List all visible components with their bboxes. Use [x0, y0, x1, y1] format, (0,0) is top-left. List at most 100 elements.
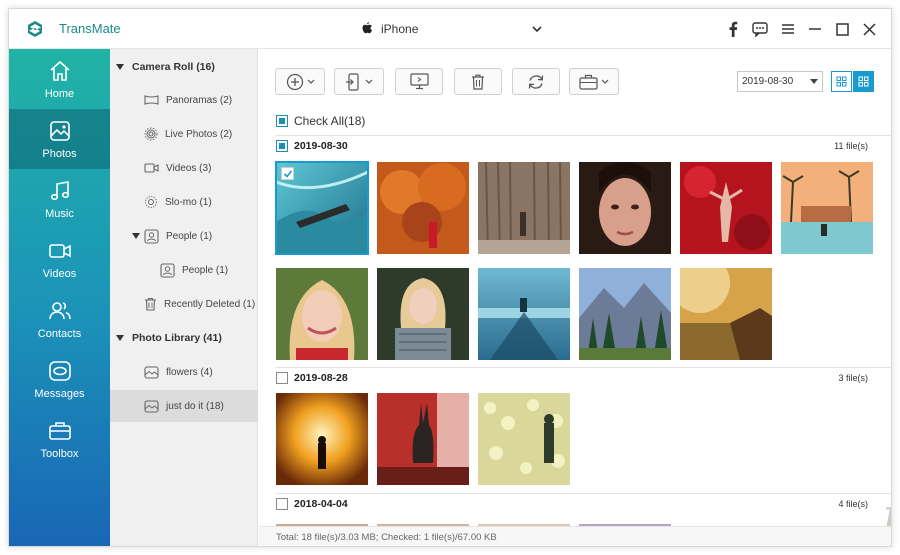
nav-item-contacts[interactable]: Contacts [9, 289, 110, 349]
tree-item-just-do-it[interactable]: just do it (18) [110, 390, 258, 422]
chevron-down-icon [365, 79, 372, 84]
grid-view-button[interactable] [831, 71, 852, 92]
apple-icon [362, 22, 372, 34]
check-all-checkbox[interactable] [276, 115, 288, 127]
tree-item-panoramas[interactable]: Panoramas (2) [144, 84, 232, 116]
photo-thumbnail[interactable] [275, 161, 369, 255]
chevron-down-icon [307, 79, 314, 84]
photo-thumbnail[interactable] [478, 268, 570, 360]
date-filter-select[interactable]: 2019-08-30 [737, 71, 823, 92]
nav-item-toolbox[interactable]: Toolbox [9, 409, 110, 469]
group-date: 2019-08-28 [294, 372, 348, 384]
maximize-icon[interactable] [832, 19, 852, 39]
facebook-icon[interactable] [723, 19, 743, 39]
photo-thumbnail[interactable] [680, 268, 772, 360]
photo-thumbnail[interactable] [377, 268, 469, 360]
tree-label: Panoramas (2) [166, 94, 233, 106]
tree-item-live-photos[interactable]: Live Photos (2) [144, 118, 232, 150]
chevron-down-icon [601, 79, 609, 84]
check-all[interactable]: Check All(18) [276, 114, 365, 128]
close-icon[interactable] [859, 19, 879, 39]
delete-button[interactable] [454, 68, 502, 95]
large-view-button[interactable] [853, 71, 874, 92]
nav-item-photos[interactable]: Photos [9, 109, 110, 169]
album-icon [144, 400, 159, 413]
refresh-button[interactable] [512, 68, 560, 95]
tree-group-photo-library[interactable]: Photo Library (41) [116, 322, 256, 354]
nav-item-messages[interactable]: Messages [9, 349, 110, 409]
device-selector[interactable]: iPhone [359, 17, 544, 41]
messages-icon [48, 360, 71, 381]
menu-icon[interactable] [778, 19, 798, 39]
main-navigation: Home Photos Music Videos Contacts Messag… [9, 49, 110, 546]
tree-item-videos[interactable]: Videos (3) [144, 152, 211, 184]
title-bar: TransMate iPhone [9, 9, 891, 49]
caret-down-icon[interactable] [116, 335, 124, 341]
photo-checkbox-checked[interactable] [281, 167, 294, 180]
photo-thumbnail[interactable] [579, 268, 671, 360]
tree-item-slomo[interactable]: Slo-mo (1) [144, 186, 212, 218]
nav-item-music[interactable]: Music [9, 169, 110, 229]
tree-label: flowers (4) [166, 366, 213, 378]
refresh-icon [528, 74, 544, 89]
group-file-count: 11 file(s) [834, 141, 868, 151]
live-photo-icon [144, 127, 158, 141]
tree-label: People (1) [166, 230, 213, 242]
minimize-icon[interactable] [805, 19, 825, 39]
nav-label: Home [44, 87, 75, 100]
date-filter-value: 2019-08-30 [742, 76, 794, 87]
album-tree: Camera Roll (16) Panoramas (2) Live Phot… [110, 49, 258, 546]
tree-group-camera-roll[interactable]: Camera Roll (16) [116, 51, 256, 83]
check-all-label: Check All(18) [294, 114, 366, 128]
group-checkbox[interactable] [276, 498, 288, 510]
tree-item-flowers[interactable]: flowers (4) [144, 356, 213, 388]
people-icon [160, 262, 175, 278]
chevron-down-icon[interactable] [530, 22, 544, 36]
toolbar: 2019-08-30 [259, 49, 891, 109]
tree-item-people[interactable]: People (1) [132, 220, 212, 252]
photo-thumbnail[interactable] [478, 393, 570, 485]
contacts-icon [48, 301, 71, 319]
pc-export-icon [409, 73, 429, 90]
group-date: 2019-08-30 [294, 140, 348, 152]
nav-item-videos[interactable]: Videos [9, 229, 110, 289]
music-icon [50, 180, 69, 200]
toolbox-button[interactable] [569, 68, 619, 95]
export-to-pc-button[interactable] [395, 68, 443, 95]
tree-item-recently-deleted[interactable]: Recently Deleted (1) [144, 288, 255, 320]
caret-down-icon [810, 79, 818, 84]
photo-thumbnail[interactable] [377, 393, 469, 485]
photo-thumbnail[interactable] [276, 268, 368, 360]
status-text: Total: 18 file(s)/3.03 MB; Checked: 1 fi… [276, 532, 497, 543]
video-icon [144, 163, 159, 173]
add-button[interactable] [275, 68, 325, 95]
photo-thumbnail[interactable] [377, 162, 469, 254]
toolbox-icon [48, 421, 71, 440]
photo-thumbnail[interactable] [680, 162, 772, 254]
export-to-device-button[interactable] [334, 68, 384, 95]
tree-item-people-sub[interactable]: People (1) [160, 254, 228, 286]
caret-down-icon[interactable] [116, 64, 124, 70]
feedback-icon[interactable] [750, 19, 770, 39]
nav-label: Photos [42, 147, 77, 160]
transmate-logo-icon [28, 21, 42, 37]
nav-label: Videos [42, 267, 77, 280]
photo-thumbnail[interactable] [579, 162, 671, 254]
photo-content: 2019-08-30 Check All(18) 2019-08-30 11 f… [259, 49, 891, 546]
photo-thumbnail[interactable] [276, 393, 368, 485]
app-title: TransMate [59, 21, 121, 36]
nav-item-home[interactable]: Home [9, 49, 110, 109]
caret-down-icon[interactable] [132, 233, 140, 239]
phone-export-icon [345, 72, 359, 91]
group-file-count: 4 file(s) [838, 499, 868, 509]
group-checkbox[interactable] [276, 140, 288, 152]
group-checkbox[interactable] [276, 372, 288, 384]
tree-label: People (1) [182, 264, 229, 276]
divider [276, 135, 891, 136]
app-window: TransMate iPhone Home Photos Music Video… [8, 8, 892, 547]
photo-thumbnail[interactable] [478, 162, 570, 254]
add-icon [286, 73, 303, 90]
photos-icon [49, 120, 70, 141]
photo-thumbnail[interactable] [781, 162, 873, 254]
album-icon [144, 366, 159, 379]
